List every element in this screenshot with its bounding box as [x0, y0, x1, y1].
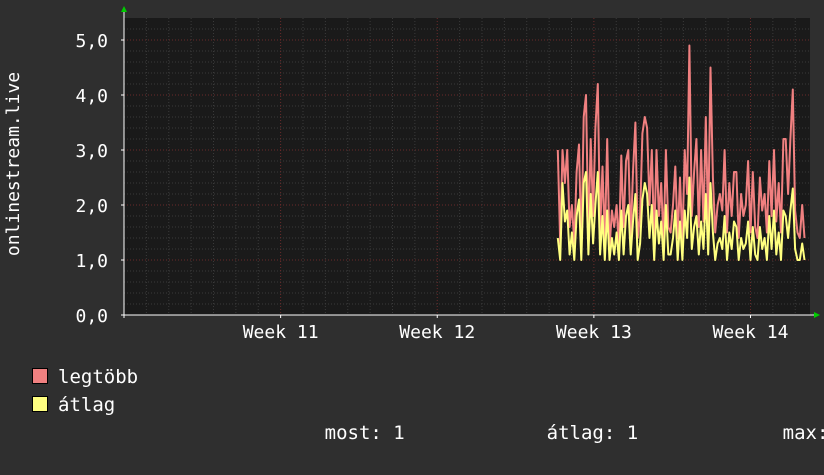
x-tick-label: Week 12: [399, 322, 475, 343]
x-axis-arrow: [814, 312, 820, 318]
stat-max-label: max:: [782, 422, 824, 444]
y-axis-arrow: [121, 6, 127, 12]
y-tick-label: 1,0: [75, 251, 108, 272]
y-axis-title: onlinestream.live: [3, 72, 24, 256]
legend-label-legtobb: legtöbb: [58, 366, 139, 388]
y-tick-label: 5,0: [75, 31, 108, 52]
legend-swatch-legtobb: [32, 368, 48, 384]
stat-current-value: 1: [393, 422, 405, 444]
legend-label-atlag: átlag: [58, 394, 116, 416]
y-tick-label: 2,0: [75, 196, 108, 217]
legend: legtöbb átlag most: 1 átlag: 1 max: 3: [32, 363, 824, 444]
x-tick-label: Week 11: [243, 322, 319, 343]
y-tick-label: 0,0: [75, 306, 108, 327]
stat-average-label: átlag:: [546, 422, 616, 444]
legend-item-legtobb: legtöbb: [32, 363, 812, 391]
x-tick-label: Week 14: [713, 322, 789, 343]
stat-current: most: 1: [256, 391, 405, 475]
stat-current-label: most:: [324, 422, 382, 444]
stat-max: max: 3: [714, 391, 824, 475]
y-tick-label: 3,0: [75, 141, 108, 162]
legend-swatch-atlag: [32, 396, 48, 412]
stat-average-value: 1: [626, 422, 639, 444]
stat-average: átlag: 1: [478, 391, 639, 475]
y-tick-label: 4,0: [75, 86, 108, 107]
x-tick-label: Week 13: [556, 322, 632, 343]
chart: 0,0 1,0 2,0 3,0 4,0 5,0 Week 11 Week 12 Week 13 W…: [3, 6, 820, 343]
legend-item-atlag: átlag most: 1 átlag: 1 max: 3: [32, 391, 824, 444]
